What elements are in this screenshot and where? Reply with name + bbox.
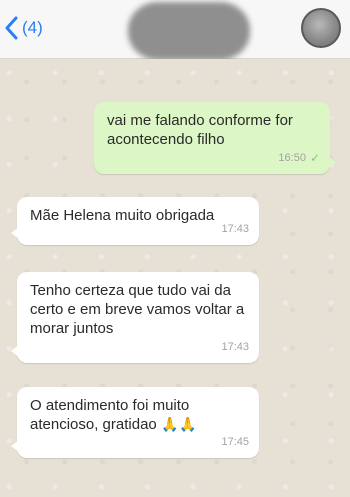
message-bubble-incoming[interactable]: O atendimento foi muito atencioso, grati… [11,387,259,458]
message-meta: 17:43 [221,220,249,239]
message-time: 17:43 [221,341,249,353]
message-text: vai me falando conforme for acontecendo … [107,112,293,148]
message-text-container: O atendimento foi muito atencioso, grati… [30,396,247,434]
chat-header: (4) [0,0,350,60]
single-check-icon: ✓ [309,151,320,165]
message-text: Mãe Helena muito obrigada [30,207,215,224]
message-meta: 17:45 [221,433,249,452]
message-time: 17:43 [221,223,249,235]
contact-name-redacted[interactable] [128,2,250,60]
chat-area[interactable]: vai me falando conforme for acontecendo … [0,59,350,497]
praying-hands-emoji: 🙏🙏 [160,416,198,432]
message-time: 17:45 [221,436,249,448]
message-bubble-incoming[interactable]: Mãe Helena muito obrigada 17:43 [11,197,259,245]
message-bubble-outgoing[interactable]: vai me falando conforme for acontecendo … [94,102,336,174]
unread-count: (4) [22,18,43,37]
message-meta: 17:43 [221,338,249,357]
message-time: 16:50 [278,152,306,164]
chevron-left-icon [4,16,18,40]
contact-avatar[interactable] [301,8,341,48]
message-meta: 16:50 ✓ [278,149,320,168]
message-bubble-incoming[interactable]: Tenho certeza que tudo vai da certo e em… [11,272,259,363]
message-text: Tenho certeza que tudo vai da certo e em… [30,282,245,337]
back-button[interactable]: (4) [4,14,43,42]
